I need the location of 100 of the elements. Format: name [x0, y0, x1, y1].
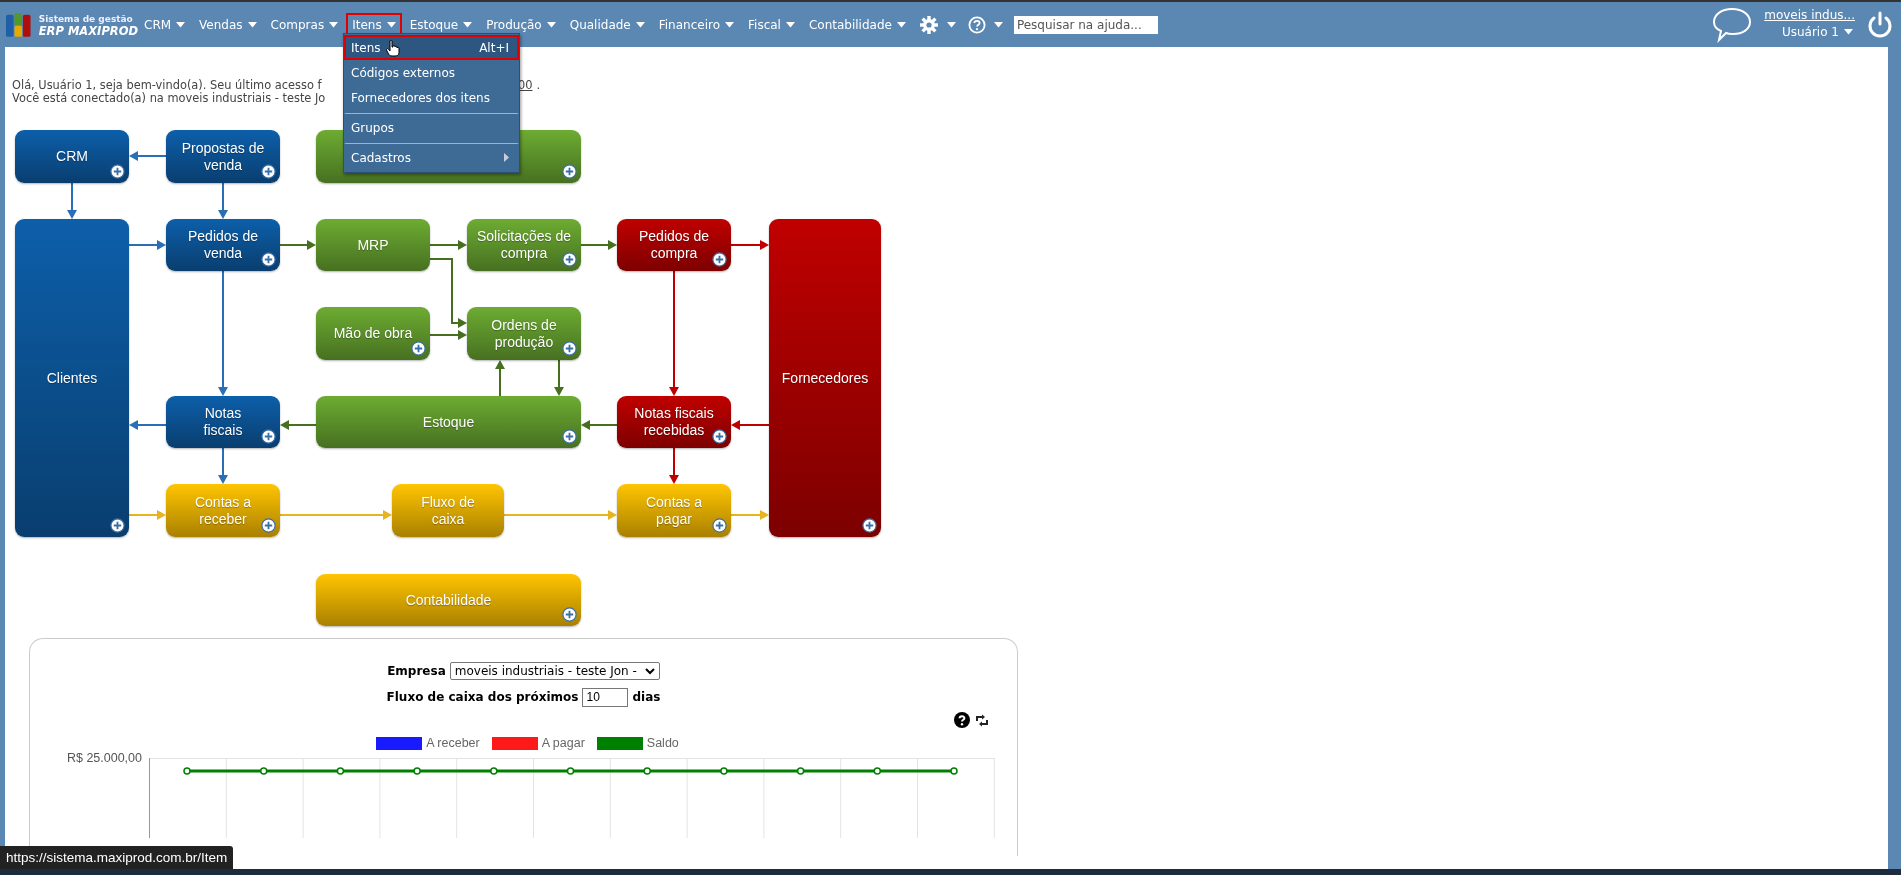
flow-node[interactable]: Pedidos de compra [617, 219, 731, 271]
arrow [580, 240, 617, 250]
submenu-arrow-icon [504, 153, 509, 162]
data-point[interactable] [796, 767, 805, 775]
data-point[interactable] [413, 767, 421, 775]
flow-node[interactable]: Clientes [15, 219, 129, 537]
nav-menu-item[interactable]: Qualidade [563, 12, 651, 37]
help-search-field[interactable]: Pesquisar na ajuda... [1013, 15, 1158, 34]
plus-icon[interactable] [261, 518, 276, 533]
nav-menu-item[interactable]: Fiscal [742, 12, 801, 37]
flow-node[interactable]: Notas fiscais [166, 396, 280, 448]
plus-icon[interactable] [562, 252, 577, 267]
plus-icon[interactable] [562, 164, 577, 179]
plus-icon[interactable] [261, 252, 276, 267]
arrow [128, 240, 166, 250]
plus-icon[interactable] [411, 341, 426, 356]
menu-item[interactable]: Fornecedores dos itens [344, 85, 519, 110]
chevron-icon [644, 667, 655, 675]
flow-node[interactable]: Contas a pagar [617, 484, 731, 537]
arrow [581, 420, 618, 430]
caret-icon [785, 21, 795, 28]
arrow [129, 420, 167, 430]
arrow [218, 447, 228, 484]
company-link[interactable]: moveis indus... [1764, 7, 1855, 22]
flow-node[interactable]: Estoque [316, 396, 581, 448]
arrow [280, 420, 317, 430]
data-point[interactable] [490, 767, 498, 775]
caret-icon [725, 21, 734, 28]
arrow [429, 330, 467, 340]
caret-icon [176, 21, 186, 28]
legend-swatch[interactable] [491, 736, 538, 750]
arrow [730, 510, 769, 520]
legend-label[interactable]: A pagar [541, 736, 585, 750]
nav-menu-item[interactable]: Produção [480, 12, 562, 37]
flow-node[interactable]: MRP [316, 219, 430, 271]
arrow [495, 360, 505, 397]
sentence-end-text: . [536, 79, 541, 92]
data-point[interactable] [336, 767, 345, 775]
flow-node[interactable]: Propostas de venda [166, 130, 280, 183]
flow-node[interactable]: CRM [15, 130, 129, 183]
connection-text: Você está conectado(a) na moveis industriais - teste Jo [12, 92, 326, 105]
plus-icon[interactable] [712, 252, 727, 267]
flow-node[interactable]: Contas a receber [166, 484, 280, 537]
plus-icon[interactable] [261, 429, 276, 444]
menu-item[interactable]: Cadastros [344, 143, 519, 170]
welcome-text: Olá, Usuário 1, seja bem-vindo(a). Seu último acesso f [12, 79, 323, 92]
data-point[interactable] [720, 767, 728, 775]
help-icon[interactable] [954, 712, 970, 728]
data-point[interactable] [643, 767, 651, 775]
flow-node[interactable]: Solicitações de compra [467, 219, 581, 271]
data-point[interactable] [566, 767, 575, 775]
data-point[interactable] [873, 767, 882, 775]
chat-bubble-icon[interactable] [1712, 6, 1753, 43]
flow-node[interactable]: Mão de obra [316, 307, 430, 360]
legend-label[interactable]: Saldo [646, 736, 679, 750]
nav-menu-item[interactable]: Financeiro [652, 12, 740, 37]
menu-item[interactable]: Itens Alt+I [344, 35, 519, 60]
data-point[interactable] [950, 767, 958, 775]
flow-node[interactable]: Pedidos de venda [166, 219, 280, 271]
legend-label[interactable]: A receber [426, 736, 480, 750]
flow-node[interactable]: Fluxo de caixa [392, 484, 504, 537]
axis-tick-label: R$ 25.000,00 [65, 751, 142, 765]
plus-icon[interactable] [712, 518, 727, 533]
flow-node[interactable]: Fornecedores [769, 219, 881, 537]
logo-subtitle: Sistema de gestão [38, 12, 134, 25]
data-point[interactable] [183, 767, 191, 775]
data-point[interactable] [259, 767, 268, 775]
help-icon [967, 15, 986, 34]
plus-icon[interactable] [862, 518, 877, 533]
plus-icon[interactable] [562, 429, 577, 444]
plus-icon[interactable] [110, 164, 125, 179]
flow-node[interactable]: Notas fiscais recebidas [617, 396, 731, 448]
company-select[interactable]: moveis industriais - teste Jon - [449, 662, 660, 680]
days-label: Fluxo de caixa dos próximos [386, 690, 579, 704]
arrow [218, 182, 228, 219]
menu-item[interactable]: Códigos externos [344, 60, 519, 85]
power-icon[interactable] [1867, 10, 1893, 39]
days-input[interactable]: 10 [582, 687, 629, 707]
user-menu-button[interactable]: Usuário 1 [1779, 21, 1855, 42]
plus-icon[interactable] [562, 607, 577, 622]
plus-icon[interactable] [712, 429, 727, 444]
legend-swatch[interactable] [596, 736, 643, 750]
plus-icon[interactable] [110, 518, 125, 533]
legend-swatch[interactable] [376, 736, 423, 750]
plus-icon[interactable] [562, 341, 577, 356]
flow-node[interactable]: Ordens de produção [467, 307, 581, 360]
nav-menu-item[interactable]: Compras [264, 12, 345, 37]
flow-node[interactable]: Contabilidade [316, 574, 581, 626]
nav-menu-item[interactable]: Estoque [403, 12, 479, 37]
arrow [554, 359, 564, 396]
logo-title: ERP MAXIPROD [38, 24, 138, 37]
caret-icon [329, 21, 339, 28]
company-label: Empresa [387, 664, 446, 678]
plus-icon[interactable] [261, 164, 276, 179]
menu-item[interactable]: Grupos [344, 113, 519, 140]
nav-menu-item[interactable]: CRM [138, 12, 192, 37]
arrow [67, 182, 77, 219]
nav-menu-item[interactable]: Contabilidade [802, 12, 912, 37]
refresh-icon[interactable] [975, 713, 989, 727]
nav-menu-item[interactable]: Vendas [193, 12, 263, 37]
